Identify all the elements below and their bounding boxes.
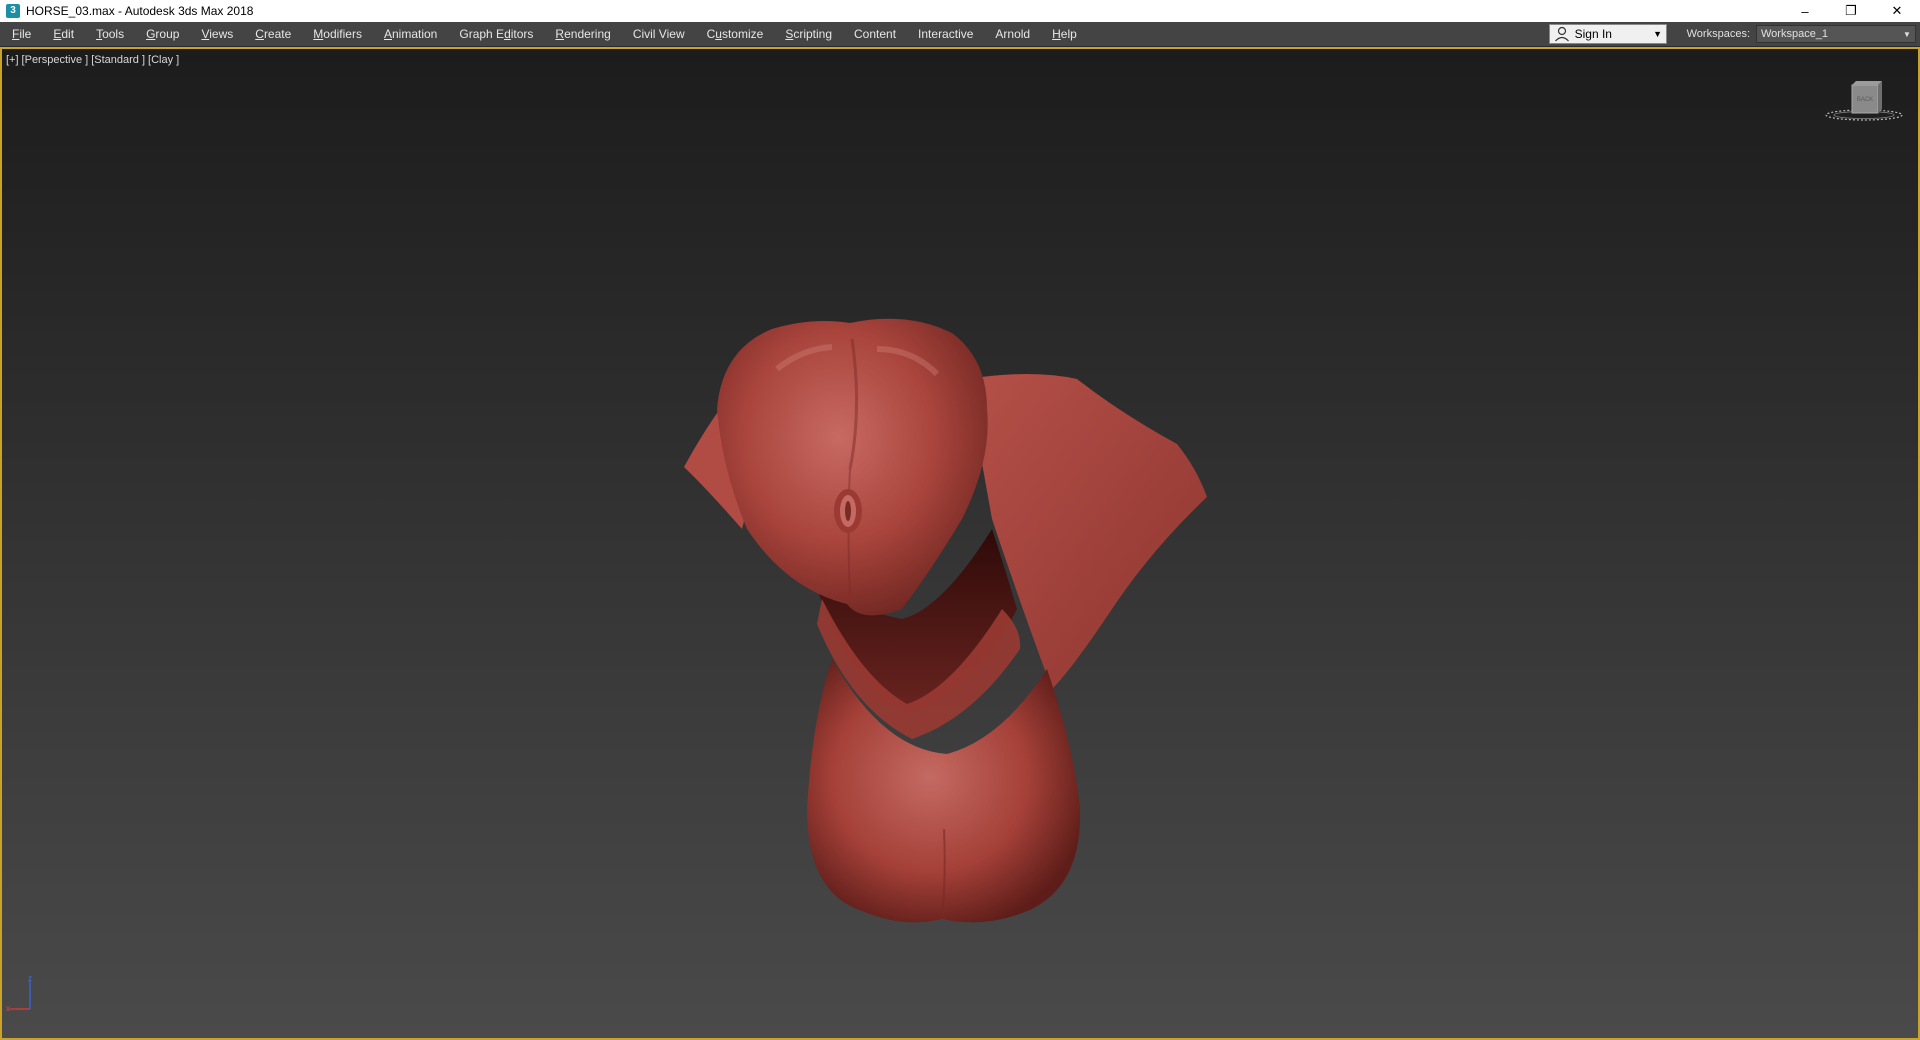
menu-group[interactable]: Group: [135, 22, 190, 46]
title-bar: 3 HORSE_03.max - Autodesk 3ds Max 2018 –…: [0, 0, 1920, 22]
menu-items: File Edit Tools Group Views Create Modifiers An…: [0, 22, 1088, 46]
menu-content[interactable]: Content: [843, 22, 907, 46]
axis-x-label: x: [6, 1004, 10, 1013]
menu-scripting[interactable]: Scripting: [774, 22, 843, 46]
workspace-value: Workspace_1: [1761, 28, 1829, 40]
sign-in-label: Sign In: [1574, 27, 1612, 41]
workspace-select[interactable]: Workspace_1 ▼: [1756, 25, 1916, 43]
chevron-down-icon: ▼: [1903, 29, 1911, 39]
minimize-button[interactable]: –: [1782, 0, 1828, 22]
menu-rendering[interactable]: Rendering: [544, 22, 621, 46]
chevron-down-icon: ▼: [1653, 29, 1663, 39]
menu-create[interactable]: Create: [244, 22, 302, 46]
horse-head-model[interactable]: [2, 49, 1918, 1038]
menu-file[interactable]: File: [0, 22, 42, 46]
workspaces-label: Workspaces:: [1686, 28, 1750, 40]
3ds-max-app-icon[interactable]: 3: [6, 4, 20, 18]
menu-interactive[interactable]: Interactive: [907, 22, 984, 46]
menu-views[interactable]: Views: [190, 22, 244, 46]
menu-animation[interactable]: Animation: [373, 22, 448, 46]
menu-edit[interactable]: Edit: [42, 22, 85, 46]
perspective-viewport[interactable]: [+] [Perspective ] [Standard ] [Clay ] BACK: [0, 47, 1920, 1040]
menu-arnold[interactable]: Arnold: [984, 22, 1041, 46]
menu-modifiers[interactable]: Modifiers: [302, 22, 373, 46]
menu-graph-editors[interactable]: Graph Editors: [448, 22, 544, 46]
window-title: HORSE_03.max - Autodesk 3ds Max 2018: [26, 4, 254, 18]
menu-tools[interactable]: Tools: [85, 22, 135, 46]
user-icon: [1553, 25, 1571, 43]
menu-customize[interactable]: Customize: [696, 22, 775, 46]
axis-z-label: z: [28, 975, 32, 983]
axis-tripod-icon: z x: [6, 974, 36, 1020]
close-button[interactable]: ✕: [1874, 0, 1920, 22]
menu-bar: File Edit Tools Group Views Create Modifiers An…: [0, 22, 1920, 47]
menu-civil-view[interactable]: Civil View: [622, 22, 696, 46]
restore-button[interactable]: ❐: [1828, 0, 1874, 22]
sign-in-dropdown[interactable]: Sign In ▼: [1548, 24, 1667, 44]
menu-help[interactable]: Help: [1041, 22, 1088, 46]
